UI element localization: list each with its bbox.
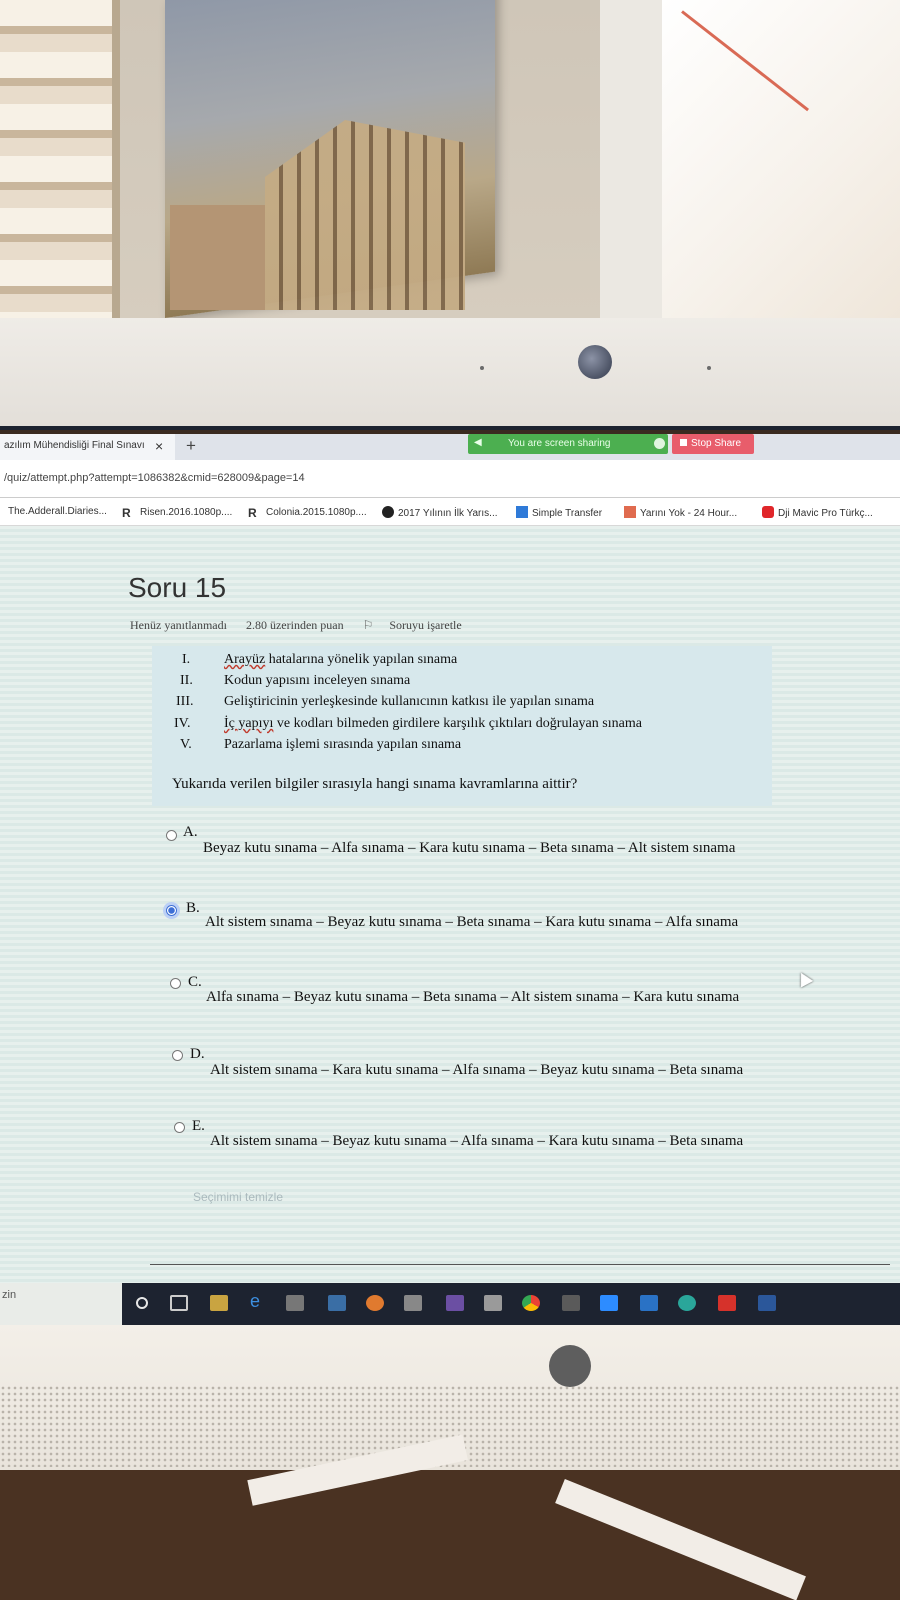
transfer-icon <box>516 506 528 518</box>
divider <box>150 1264 890 1265</box>
chrome-icon[interactable] <box>522 1295 540 1311</box>
speech-icon <box>382 506 394 518</box>
statement-number: IV. <box>174 716 191 731</box>
option-letter: A. <box>183 824 198 840</box>
outlook-icon[interactable] <box>640 1295 658 1311</box>
screen-sharing-text: You are screen sharing <box>508 438 611 449</box>
option-text[interactable]: Alfa sınama – Beyaz kutu sınama – Beta s… <box>206 989 739 1006</box>
question-text-box: I. Arayüz hatalarına yönelik yapılan sın… <box>152 646 772 806</box>
bookmark-item[interactable]: R Risen.2016.1080p.... <box>122 506 232 520</box>
spellcheck-word: İç yapıyı <box>224 716 274 731</box>
stop-share-button[interactable]: Stop Share <box>672 434 754 454</box>
statement-number: II. <box>180 673 193 688</box>
bookmark-item[interactable]: Yarını Yok - 24 Hour... <box>624 506 737 519</box>
window-blinds <box>0 0 112 320</box>
window-light <box>662 0 900 320</box>
option-letter: E. <box>192 1118 205 1134</box>
quiz-page: Soru 15 Henüz yanıtlanmadı 2.80 üzerinde… <box>0 526 900 1286</box>
calculator-icon[interactable] <box>328 1295 346 1311</box>
address-bar[interactable]: /quiz/attempt.php?attempt=1086382&cmid=6… <box>0 460 900 498</box>
store-icon[interactable] <box>404 1295 422 1311</box>
r-icon: R <box>122 506 131 520</box>
statement-number: I. <box>182 652 191 667</box>
stop-share-label: Stop Share <box>691 438 742 449</box>
bezel-sensor-dot <box>480 366 484 370</box>
close-tab-icon[interactable]: × <box>155 438 163 454</box>
blinds-edge <box>112 0 120 320</box>
statement-text: Geliştiricinin yerleşkesinde kullanıcını… <box>224 694 595 709</box>
radio-button[interactable] <box>172 1050 183 1061</box>
keyboard-icon[interactable] <box>286 1295 304 1311</box>
bookmark-item[interactable]: Dji Mavic Pro Türkç... <box>762 506 873 519</box>
bookmark-icon <box>624 506 636 518</box>
question-title: Soru 15 <box>128 572 227 603</box>
word-icon[interactable] <box>758 1295 776 1311</box>
flag-icon: ⚐ <box>362 618 374 632</box>
r-icon: R <box>248 506 257 520</box>
youtube-icon <box>762 506 774 518</box>
option-text[interactable]: Alt sistem sınama – Kara kutu sınama – A… <box>210 1062 743 1079</box>
browser-tab[interactable]: azılım Mühendisliği Final Sınavı × <box>0 434 175 460</box>
bookmark-item[interactable]: The.Adderall.Diaries... <box>8 506 107 517</box>
cortana-icon[interactable] <box>136 1297 148 1309</box>
stop-icon <box>680 439 687 446</box>
statement-text: Kodun yapısını inceleyen sınama <box>224 673 411 688</box>
tab-title: azılım Mühendisliği Final Sınavı <box>4 440 145 451</box>
zoom-icon[interactable] <box>600 1295 618 1311</box>
paint-icon[interactable] <box>366 1295 384 1311</box>
arrow-icon: ◀ <box>474 437 482 448</box>
url-text[interactable]: /quiz/attempt.php?attempt=1086382&cmid=6… <box>4 472 305 484</box>
excel-icon[interactable] <box>562 1295 580 1311</box>
bezel-sensor-dot <box>707 366 711 370</box>
folder-icon[interactable] <box>210 1295 228 1311</box>
edge-new-icon[interactable] <box>678 1295 696 1311</box>
bookmarks-bar: The.Adderall.Diaries... R Risen.2016.1080… <box>0 498 900 526</box>
statement-text: Pazarlama işlemi sırasında yapılan sınam… <box>224 737 462 752</box>
bookmark-item[interactable]: Simple Transfer <box>516 506 602 519</box>
shield-icon <box>654 438 665 449</box>
option-text[interactable]: Alt sistem sınama – Beyaz kutu sınama – … <box>205 914 738 931</box>
task-view-icon[interactable] <box>170 1295 188 1311</box>
new-tab-button[interactable]: + <box>186 436 196 456</box>
option-letter: B. <box>186 900 200 916</box>
browser-tab-bar: azılım Mühendisliği Final Sınavı × + ◀ Y… <box>0 434 900 460</box>
flag-question-link[interactable]: ⚐ Soruyu işaretle <box>363 618 478 632</box>
webcam-icon <box>578 345 612 379</box>
room-background <box>0 0 900 320</box>
bookmark-item[interactable]: R Colonia.2015.1080p.... <box>248 506 367 520</box>
statement-text: İç yapıyı ve kodları bilmeden girdilere … <box>224 716 642 731</box>
option-text[interactable]: Alt sistem sınama – Beyaz kutu sınama – … <box>210 1133 743 1150</box>
monitor-top-bezel <box>0 318 900 430</box>
window-frame <box>600 0 662 320</box>
hp-logo <box>549 1345 591 1387</box>
radio-button-selected[interactable] <box>166 905 177 916</box>
clear-choice-link[interactable]: Seçimimi temizle <box>193 1190 283 1204</box>
option-letter: C. <box>188 974 202 990</box>
option-letter: D. <box>190 1046 205 1062</box>
edge-icon[interactable]: e <box>250 1291 268 1311</box>
acrobat-icon[interactable] <box>718 1295 736 1311</box>
windows-taskbar: zin e <box>0 1283 900 1325</box>
statement-number: III. <box>176 694 194 709</box>
statement-text: Arayüz hatalarına yönelik yapılan sınama <box>224 652 458 667</box>
bookmark-item[interactable]: 2017 Yılının İlk Yarıs... <box>382 506 498 519</box>
taskbar-search-box[interactable]: zin <box>0 1283 122 1325</box>
vs-icon[interactable] <box>446 1295 464 1311</box>
question-status: Henüz yanıtlanmadı <box>130 618 227 632</box>
radio-button[interactable] <box>170 978 181 989</box>
spellcheck-word: Arayüz <box>224 652 266 667</box>
question-prompt: Yukarıda verilen bilgiler sırasıyla hang… <box>172 776 578 792</box>
radio-button[interactable] <box>166 830 177 841</box>
option-text[interactable]: Beyaz kutu sınama – Alfa sınama – Kara k… <box>203 840 735 857</box>
monitor-screen: azılım Mühendisliği Final Sınavı × + ◀ Y… <box>0 434 900 1314</box>
statement-number: V. <box>180 737 192 752</box>
question-info: Henüz yanıtlanmadı 2.80 üzerinden puan ⚐… <box>130 618 494 633</box>
radio-button[interactable] <box>174 1122 185 1133</box>
screen-sharing-banner[interactable]: ◀ You are screen sharing <box>468 434 668 454</box>
media-icon[interactable] <box>484 1295 502 1311</box>
question-points: 2.80 üzerinden puan <box>245 618 344 632</box>
painting-building-left <box>170 205 265 310</box>
